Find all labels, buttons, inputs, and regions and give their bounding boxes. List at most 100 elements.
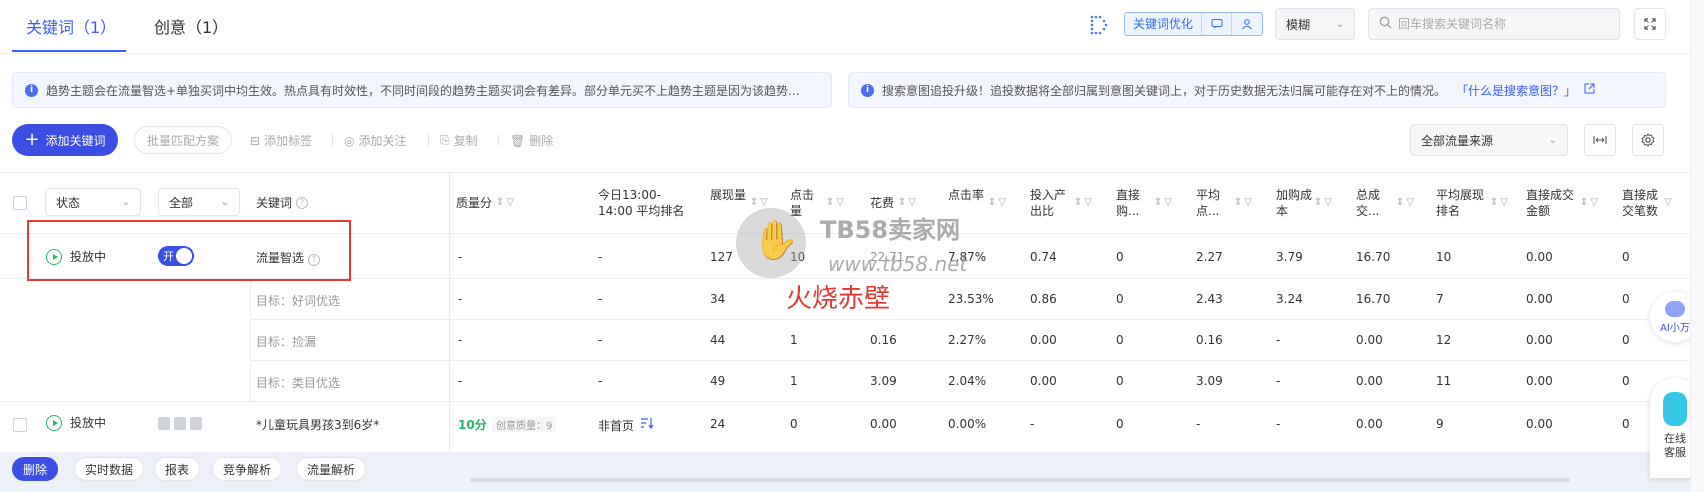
search-input[interactable] — [1398, 17, 1598, 31]
col-avg-rank-today: 今日13:00-14:00 平均排名 — [598, 187, 694, 219]
select-all-checkbox[interactable] — [13, 196, 27, 210]
trend-notice: i 趋势主题会在流量智选+单独买词中均生效。热点具有时效性，不同时间段的趋势主题… — [12, 72, 832, 108]
rank-cell: - — [598, 292, 603, 306]
traffic-source-value: 全部流量来源 — [1421, 133, 1494, 148]
tag-icon: ⊟ — [250, 133, 261, 148]
sort-filter-icon[interactable]: ⇕▽ — [1074, 195, 1094, 211]
deal-count-cell: 0 — [1622, 374, 1630, 388]
sort-filter-icon[interactable]: ⇕▽ — [1396, 195, 1416, 211]
online-service-label: 在线客服 — [1664, 432, 1686, 459]
cart-cost-cell: 3.24 — [1276, 292, 1303, 306]
col-avg-show-rank-label: 平均展现排名 — [1436, 188, 1485, 218]
impressions-cell: 49 — [710, 374, 726, 388]
copy-button[interactable]: ⎘ 复制 — [440, 132, 478, 149]
keyword-cell[interactable]: *儿童玩具男孩3到6岁* — [256, 416, 379, 433]
user-icon[interactable] — [1232, 13, 1262, 35]
impressions-cell: 24 — [710, 417, 726, 431]
add-keyword-button[interactable]: + 添加关键词 — [12, 124, 118, 156]
sort-filter-icon[interactable]: ⇕▽ — [988, 195, 1008, 211]
switch-filter-select[interactable]: 全部 ⌄ — [158, 188, 240, 216]
column-width-button[interactable] — [1584, 124, 1616, 156]
row-divider — [250, 360, 1690, 361]
col-total-deal-sort[interactable]: ⇕▽ — [1392, 195, 1416, 211]
col-impressions[interactable]: 展现量 — [710, 187, 746, 203]
traffic-source-select[interactable]: 全部流量来源 ⌄ — [1410, 124, 1568, 156]
col-deal-count-sort[interactable]: ▽ — [1660, 195, 1674, 211]
add-follow-button[interactable]: ◎ 添加关注 — [344, 132, 407, 149]
direct-buy-cell: 0 — [1116, 250, 1124, 264]
chevron-down-icon: ⌄ — [121, 196, 130, 208]
col-ctr-sort[interactable]: ⇕▽ — [984, 195, 1008, 211]
realtime-data-button[interactable]: 实时数据 — [74, 457, 145, 481]
col-avg-show-rank-sort[interactable]: ⇕▽ — [1486, 195, 1510, 211]
keyword-search[interactable] — [1368, 8, 1620, 40]
keyword-optimize-badge[interactable]: 关键词优化 — [1124, 12, 1264, 36]
sort-filter-icon[interactable]: ⇕▽ — [1314, 195, 1334, 211]
status-filter-select[interactable]: 状态 ⌄ — [45, 188, 141, 216]
toolbar-divider — [332, 134, 333, 146]
sort-filter-icon[interactable]: ⇕▽ — [1234, 195, 1254, 211]
rank-cell: - — [598, 374, 603, 388]
help-icon[interactable]: ? — [296, 197, 309, 209]
col-roi[interactable]: 投入产出比 — [1030, 187, 1072, 219]
external-link-icon[interactable] — [1584, 83, 1595, 97]
search-intent-link[interactable]: 「什么是搜索意图？」 — [1456, 82, 1576, 99]
col-cost[interactable]: 花费 ⇕▽ — [870, 195, 918, 211]
col-cart-cost-sort[interactable]: ⇕▽ — [1310, 195, 1334, 211]
quality-cell: - — [458, 374, 463, 388]
tab-creatives[interactable]: 创意（1） — [154, 14, 228, 38]
direct-buy-cell: 0 — [1116, 292, 1124, 306]
rank-detail-icon[interactable] — [640, 417, 654, 432]
mark-icon[interactable] — [174, 417, 186, 430]
add-tag-button[interactable]: ⊟ 添加标签 — [250, 132, 312, 149]
mark-icon[interactable] — [190, 417, 202, 430]
vertical-scrollbar[interactable] — [1690, 0, 1704, 492]
mark-icon[interactable] — [158, 417, 170, 430]
match-mode-select[interactable]: 模糊 ⌄ — [1275, 8, 1355, 40]
fullscreen-button[interactable] — [1634, 8, 1666, 40]
horizontal-scrollbar[interactable] — [470, 478, 1570, 482]
col-deal-count[interactable]: 直接成交笔数 — [1622, 187, 1662, 219]
batch-match-button[interactable]: 批量匹配方案 — [134, 126, 233, 154]
col-clicks[interactable]: 点击量 — [790, 187, 820, 219]
cart-cost-cell: - — [1276, 374, 1281, 388]
traffic-analysis-button[interactable]: 流量解析 — [296, 457, 367, 481]
col-quality[interactable]: 质量分 ⇕▽ — [456, 195, 516, 211]
tab-keywords[interactable]: 关键词（1） — [26, 14, 116, 38]
chat-icon[interactable] — [1202, 13, 1233, 35]
col-avg-show-rank[interactable]: 平均展现排名 — [1436, 187, 1486, 219]
col-deal-amount[interactable]: 直接成交金额 — [1526, 187, 1578, 219]
col-cart-cost[interactable]: 加购成本 — [1276, 187, 1312, 219]
expand-icon — [1644, 18, 1656, 30]
sort-filter-icon[interactable]: ⇕▽ — [898, 195, 918, 211]
col-avg-click-sort[interactable]: ⇕▽ — [1230, 195, 1254, 211]
sort-filter-icon[interactable]: ⇕▽ — [1580, 195, 1600, 211]
quality-cell: - — [458, 292, 463, 306]
col-avg-click[interactable]: 平均点... — [1196, 187, 1232, 219]
col-roi-sort[interactable]: ⇕▽ — [1070, 195, 1094, 211]
sort-filter-icon[interactable]: ⇕▽ — [1490, 195, 1510, 211]
toolbar-divider — [498, 134, 499, 146]
bulk-delete-button[interactable]: 删除 — [12, 457, 59, 481]
clicks-cell: 1 — [790, 333, 798, 347]
col-clicks-label: 点击量 — [790, 188, 815, 218]
total-deal-cell: 0.00 — [1356, 333, 1383, 347]
clicks-cell: 0 — [790, 417, 798, 431]
report-button[interactable]: 报表 — [154, 457, 201, 481]
col-clicks-sort[interactable]: ⇕▽ — [822, 195, 846, 211]
col-ctr[interactable]: 点击率 — [948, 187, 984, 203]
col-total-deal[interactable]: 总成交... — [1356, 187, 1392, 219]
settings-button[interactable] — [1632, 124, 1664, 156]
sort-filter-icon[interactable]: ⇕▽ — [826, 195, 846, 211]
col-direct-buy-sort[interactable]: ⇕▽ — [1150, 195, 1174, 211]
keyword-optimize-label: 关键词优化 — [1125, 13, 1203, 35]
row-checkbox[interactable] — [13, 418, 27, 432]
col-deal-amount-sort[interactable]: ⇕▽ — [1576, 195, 1600, 211]
sort-filter-icon[interactable]: ⇕▽ — [496, 195, 516, 211]
competition-analysis-button[interactable]: 竞争解析 — [212, 457, 283, 481]
ai-assistant-label: AI小万 — [1660, 322, 1690, 334]
quality-cell: - — [458, 333, 463, 347]
sort-filter-icon[interactable]: ▽ — [1664, 195, 1674, 211]
delete-button[interactable]: 🗑 删除 — [510, 132, 553, 149]
sort-filter-icon[interactable]: ⇕▽ — [1154, 195, 1174, 211]
